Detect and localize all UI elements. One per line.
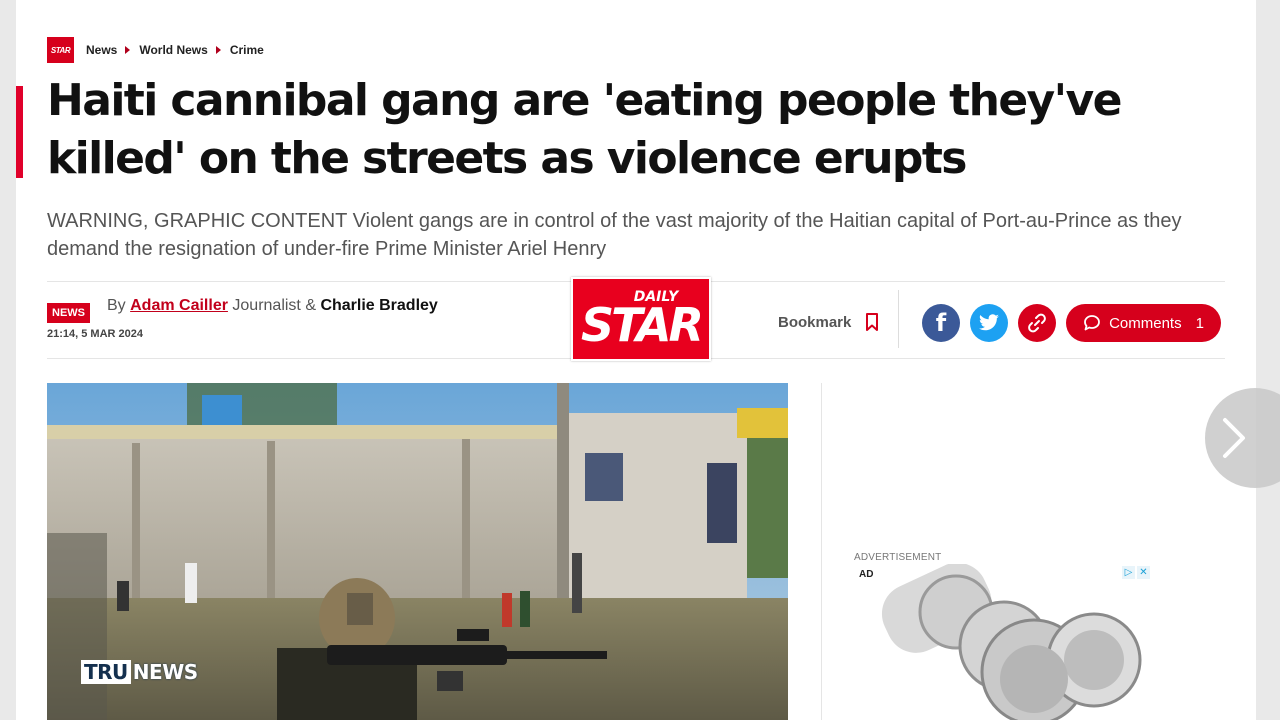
- twitter-share-button[interactable]: [970, 304, 1008, 342]
- article-headline: Haiti cannibal gang are 'eating people t…: [47, 75, 1122, 184]
- advertisement-label: ADVERTISEMENT: [854, 552, 942, 563]
- watermark-news: NEWS: [132, 660, 198, 684]
- comments-label: Comments: [1109, 314, 1182, 332]
- breadcrumb-arrow-icon: [215, 46, 221, 54]
- comment-icon: [1084, 315, 1100, 331]
- link-icon: [1028, 313, 1046, 333]
- breadcrumb-item-news[interactable]: News: [86, 43, 117, 57]
- copy-link-button[interactable]: [1018, 304, 1056, 342]
- chevron-right-icon: [1223, 418, 1245, 458]
- facebook-icon: f: [935, 309, 947, 337]
- close-icon[interactable]: ✕: [1137, 566, 1150, 579]
- author-link[interactable]: Adam Cailler: [130, 297, 228, 314]
- ad-choices[interactable]: ▷ ✕: [1122, 566, 1150, 579]
- facebook-share-button[interactable]: f: [922, 304, 960, 342]
- ad-tag: AD: [856, 568, 877, 581]
- author-name: Charlie Bradley: [320, 297, 438, 314]
- byline-prefix: By: [107, 297, 126, 314]
- bookmark-label: Bookmark: [778, 313, 852, 331]
- breadcrumb-arrow-icon: [125, 46, 131, 54]
- comments-count: 1: [1195, 314, 1204, 332]
- bookmark-icon: [866, 313, 879, 331]
- article-dateline: 21:14, 5 MAR 2024: [47, 328, 143, 340]
- bookmark-button[interactable]: Bookmark: [778, 313, 879, 331]
- article-page: STAR News World News Crime Haiti canniba…: [16, 0, 1256, 720]
- headline-accent-bar: [16, 86, 23, 178]
- advertisement-box[interactable]: AD ▷ ✕: [854, 564, 1154, 720]
- actions-divider: [898, 290, 899, 348]
- ad-choices-icon[interactable]: ▷: [1122, 566, 1135, 579]
- ad-coins-image: [854, 564, 1154, 720]
- sidebar-divider: [821, 383, 822, 720]
- daily-star-logo: DAILY STAR: [571, 277, 711, 361]
- author-role: Journalist &: [232, 297, 316, 314]
- breadcrumb-item-world-news[interactable]: World News: [139, 43, 207, 57]
- site-logo-small[interactable]: STAR: [47, 37, 74, 63]
- news-badge: NEWS: [47, 303, 90, 323]
- watermark-tru: TRU: [81, 660, 131, 684]
- byline: By Adam Cailler Journalist & Charlie Bra…: [107, 297, 438, 315]
- breadcrumb: STAR News World News Crime: [47, 37, 272, 63]
- logo-star-text: STAR: [581, 298, 704, 352]
- article-standfirst: WARNING, GRAPHIC CONTENT Violent gangs a…: [47, 210, 1182, 260]
- trunews-watermark: TRU NEWS: [81, 660, 198, 684]
- comments-button[interactable]: Comments 1: [1066, 304, 1221, 342]
- twitter-icon: [979, 314, 999, 331]
- breadcrumb-item-crime[interactable]: Crime: [230, 43, 264, 57]
